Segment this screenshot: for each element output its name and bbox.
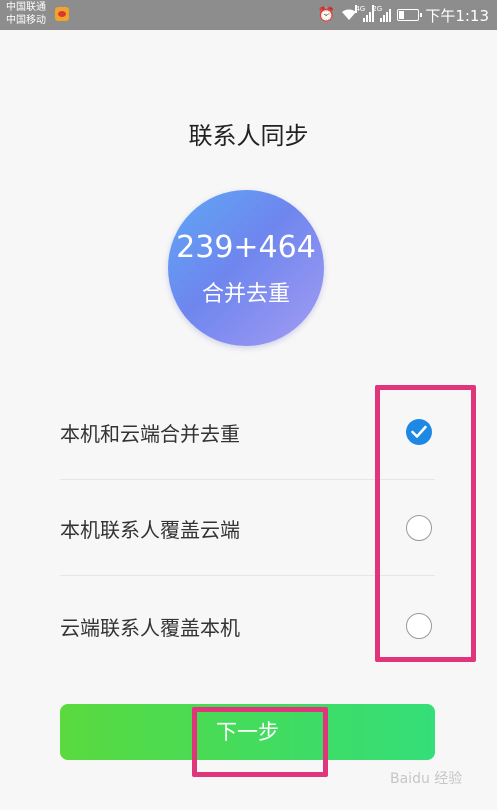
signal-2-icon: 2G xyxy=(372,5,392,22)
weibo-icon xyxy=(55,7,69,21)
merge-label: 合并去重 xyxy=(201,282,290,307)
battery-icon xyxy=(397,9,423,21)
carrier-2: 中国移动 xyxy=(6,15,46,26)
alarm-icon: ⏰ xyxy=(317,7,336,23)
clock: 下午1:13 xyxy=(425,6,489,25)
annotation-highlight-next xyxy=(192,707,328,777)
merge-count: 239+464 xyxy=(176,230,316,265)
option-label: 云端联系人覆盖本机 xyxy=(60,616,240,640)
watermark: Baidu 经验 xyxy=(390,771,463,787)
carrier-1: 中国联通 xyxy=(6,2,46,13)
option-label: 本机和云端合并去重 xyxy=(60,422,240,446)
option-label: 本机联系人覆盖云端 xyxy=(60,518,240,542)
merge-count-circle: 239+464 合并去重 xyxy=(168,190,324,346)
page-title: 联系人同步 xyxy=(188,122,309,150)
status-bar: 中国联通 中国移动 ⏰ 4G 2G 下午1:13 xyxy=(0,0,497,30)
annotation-highlight-radios xyxy=(375,385,476,662)
status-icons: ⏰ 4G 2G 下午1:13 xyxy=(318,0,489,30)
